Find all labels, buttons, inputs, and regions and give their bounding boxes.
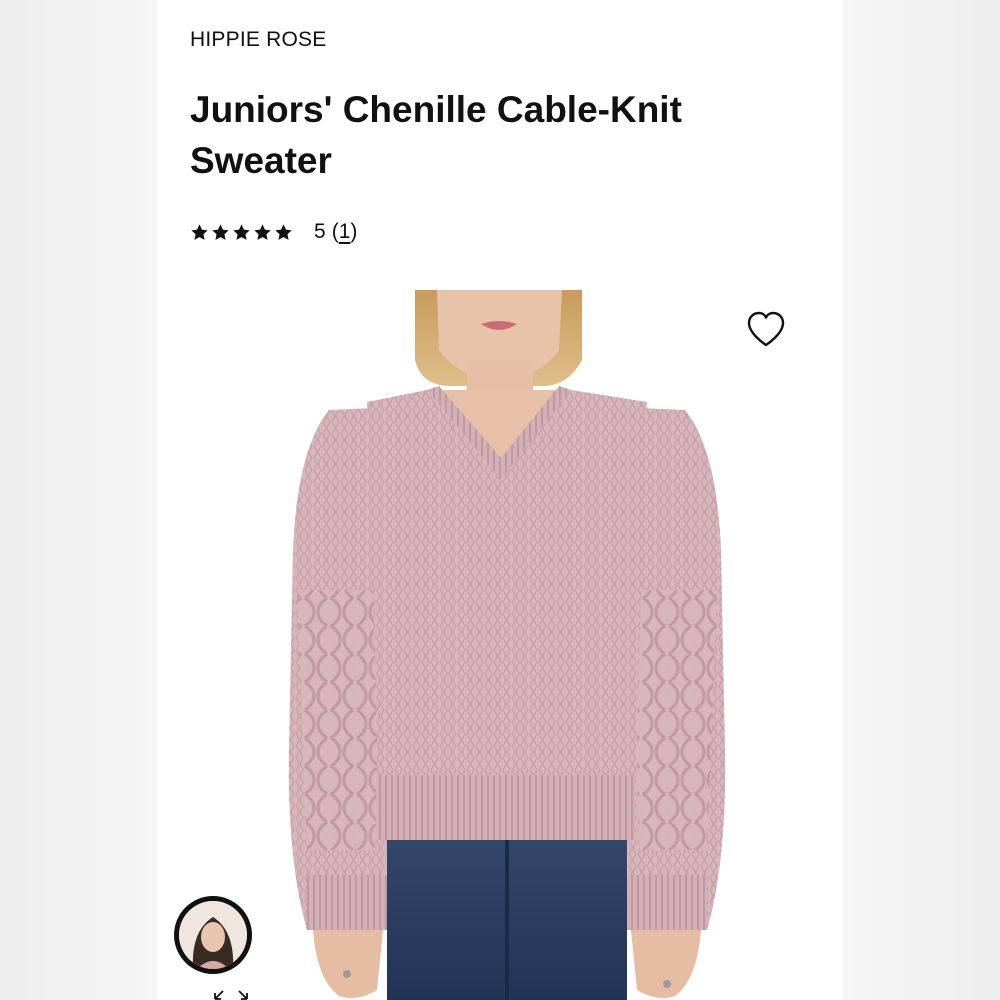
star-icon <box>275 223 292 240</box>
star-icon <box>191 223 208 240</box>
star-icon <box>212 223 229 240</box>
star-rating <box>190 223 293 242</box>
product-card: HIPPIE ROSE Juniors' Chenille Cable-Knit… <box>157 0 843 1000</box>
review-count-link[interactable]: (1) <box>332 220 358 244</box>
avatar-photo <box>179 901 247 969</box>
heart-outline-icon[interactable] <box>745 310 787 350</box>
star-icon <box>233 223 250 240</box>
rating-row[interactable]: 5 (1) <box>190 217 357 247</box>
star-icon <box>254 223 271 240</box>
expand-arrows-icon[interactable] <box>213 985 249 1000</box>
backdrop-left <box>0 0 157 1000</box>
backdrop-right <box>843 0 1000 1000</box>
review-count[interactable]: 1 <box>339 220 351 243</box>
rating-value: 5 <box>314 220 326 243</box>
product-title: Juniors' Chenille Cable-Knit Sweater <box>190 89 682 181</box>
seller-avatar[interactable] <box>174 896 252 974</box>
brand-name[interactable]: HIPPIE ROSE <box>190 28 326 52</box>
product-image[interactable] <box>277 290 737 1000</box>
